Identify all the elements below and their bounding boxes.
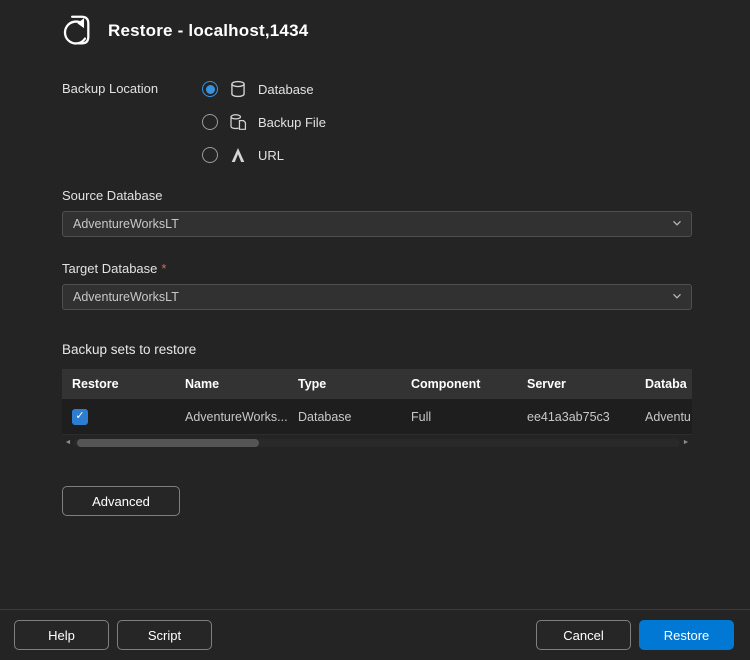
- source-database-dropdown[interactable]: AdventureWorksLT: [62, 211, 692, 237]
- radio-option-backup-file[interactable]: Backup File: [202, 113, 326, 131]
- column-header-type: Type: [288, 377, 401, 391]
- backup-location-label: Backup Location: [62, 80, 202, 164]
- cell-database: Adventu: [635, 410, 692, 424]
- radio-option-url[interactable]: URL: [202, 146, 326, 164]
- radio-label-backup-file: Backup File: [258, 115, 326, 130]
- dialog-title: Restore - localhost,1434: [108, 21, 308, 41]
- scrollbar-track[interactable]: [74, 439, 680, 447]
- footer-right-buttons: Cancel Restore: [536, 620, 734, 650]
- cell-type: Database: [288, 410, 401, 424]
- backup-file-icon: [229, 113, 247, 131]
- radio-option-database[interactable]: Database: [202, 80, 326, 98]
- backup-sets-label: Backup sets to restore: [62, 342, 692, 357]
- table-header-row: Restore Name Type Component Server Datab…: [62, 369, 692, 399]
- required-marker: *: [161, 261, 166, 276]
- scroll-right-arrow[interactable]: ►: [680, 436, 692, 449]
- radio-label-database: Database: [258, 82, 314, 97]
- column-header-restore: Restore: [62, 377, 175, 391]
- help-button[interactable]: Help: [14, 620, 109, 650]
- cell-name: AdventureWorks...: [175, 410, 288, 424]
- target-database-value: AdventureWorksLT: [73, 290, 179, 304]
- column-header-component: Component: [401, 377, 517, 391]
- radio-database[interactable]: [202, 81, 218, 97]
- script-button[interactable]: Script: [117, 620, 212, 650]
- target-database-field: Target Database * AdventureWorksLT: [0, 261, 750, 310]
- database-icon: [229, 80, 247, 98]
- chevron-down-icon: [671, 290, 683, 305]
- advanced-button[interactable]: Advanced: [62, 486, 180, 516]
- chevron-down-icon: [671, 217, 683, 232]
- backup-sets-section: Backup sets to restore Restore Name Type…: [0, 342, 750, 449]
- backup-location-options: Database Backup File: [202, 80, 326, 164]
- dialog-footer: Help Script Cancel Restore: [0, 609, 750, 660]
- cell-restore: [62, 409, 175, 425]
- cell-component: Full: [401, 410, 517, 424]
- table-row[interactable]: AdventureWorks... Database Full ee41a3ab…: [62, 399, 692, 435]
- target-database-dropdown[interactable]: AdventureWorksLT: [62, 284, 692, 310]
- target-database-label-text: Target Database: [62, 261, 157, 276]
- footer-left-buttons: Help Script: [14, 620, 212, 650]
- source-database-field: Source Database AdventureWorksLT: [0, 188, 750, 237]
- radio-url[interactable]: [202, 147, 218, 163]
- column-header-database: Databa: [635, 377, 692, 391]
- column-header-server: Server: [517, 377, 635, 391]
- target-database-label: Target Database *: [62, 261, 692, 276]
- restore-icon: [56, 12, 94, 50]
- scroll-left-arrow[interactable]: ◄: [62, 436, 74, 449]
- backup-sets-table: Restore Name Type Component Server Datab…: [62, 369, 692, 449]
- radio-backup-file[interactable]: [202, 114, 218, 130]
- horizontal-scrollbar[interactable]: ◄ ►: [62, 436, 692, 449]
- radio-label-url: URL: [258, 148, 284, 163]
- restore-button[interactable]: Restore: [639, 620, 734, 650]
- backup-location-group: Backup Location Database: [0, 80, 750, 164]
- source-database-label: Source Database: [62, 188, 692, 203]
- url-icon: [229, 146, 247, 164]
- scrollbar-thumb[interactable]: [77, 439, 259, 447]
- restore-checkbox[interactable]: [72, 409, 88, 425]
- cell-server: ee41a3ab75c3: [517, 410, 635, 424]
- source-database-value: AdventureWorksLT: [73, 217, 179, 231]
- dialog-header: Restore - localhost,1434: [0, 0, 750, 50]
- restore-dialog: Restore - localhost,1434 Backup Location…: [0, 0, 750, 660]
- column-header-name: Name: [175, 377, 288, 391]
- cancel-button[interactable]: Cancel: [536, 620, 631, 650]
